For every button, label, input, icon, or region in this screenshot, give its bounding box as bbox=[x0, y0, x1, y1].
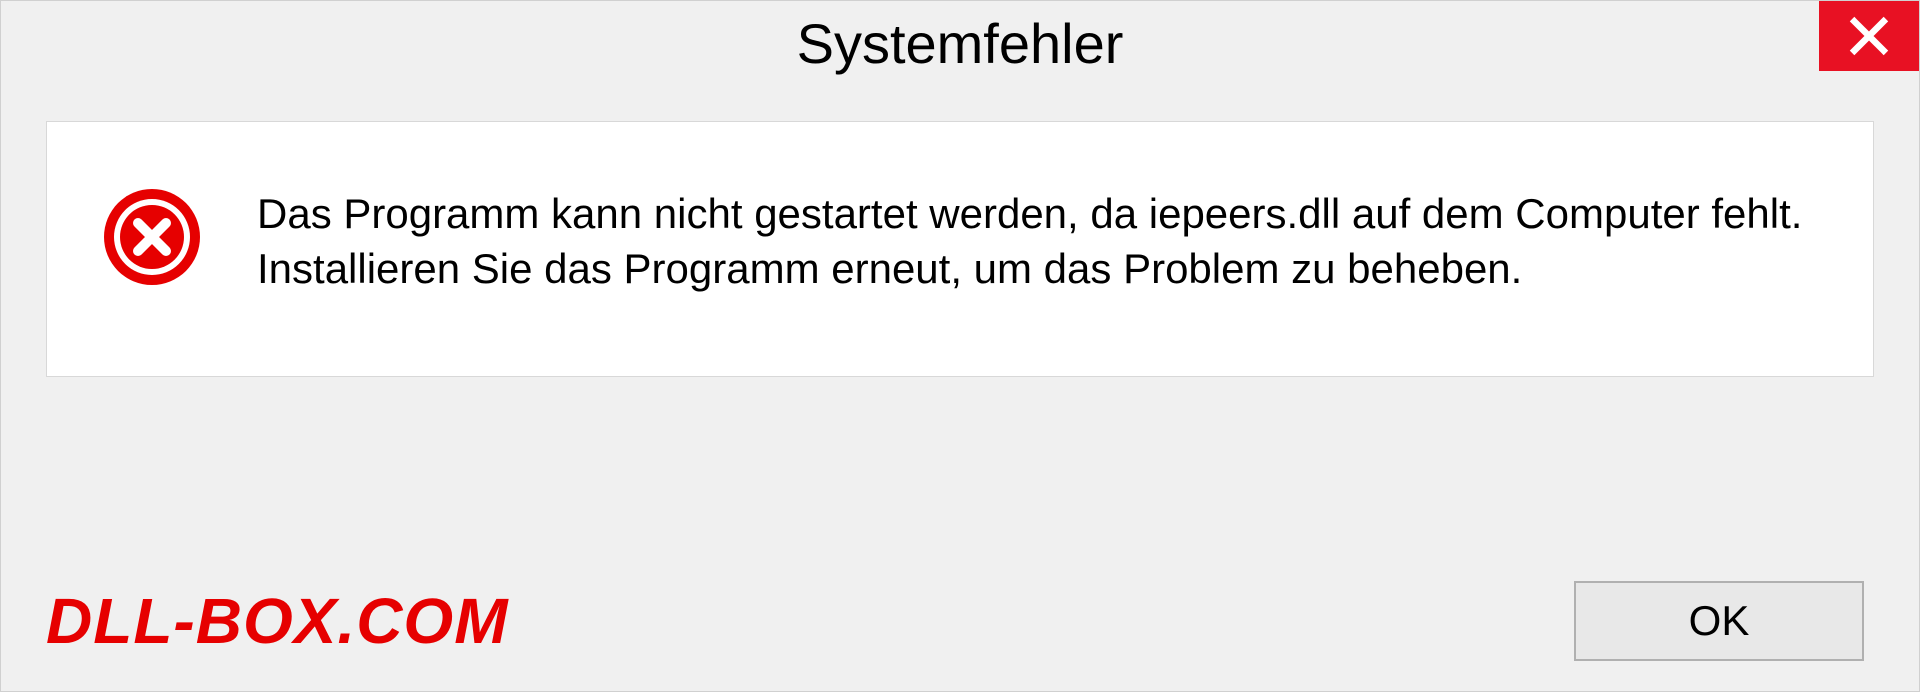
titlebar: Systemfehler bbox=[1, 1, 1919, 101]
dialog-footer: DLL-BOX.COM OK bbox=[1, 581, 1919, 661]
error-icon bbox=[102, 187, 202, 287]
close-icon bbox=[1847, 14, 1891, 58]
close-button[interactable] bbox=[1819, 1, 1919, 71]
dialog-title: Systemfehler bbox=[797, 11, 1124, 76]
ok-button[interactable]: OK bbox=[1574, 581, 1864, 661]
error-message: Das Programm kann nicht gestartet werden… bbox=[257, 182, 1818, 296]
content-panel: Das Programm kann nicht gestartet werden… bbox=[46, 121, 1874, 377]
watermark-text: DLL-BOX.COM bbox=[46, 584, 509, 658]
error-dialog: Systemfehler Das Programm kann nicht ges… bbox=[0, 0, 1920, 692]
